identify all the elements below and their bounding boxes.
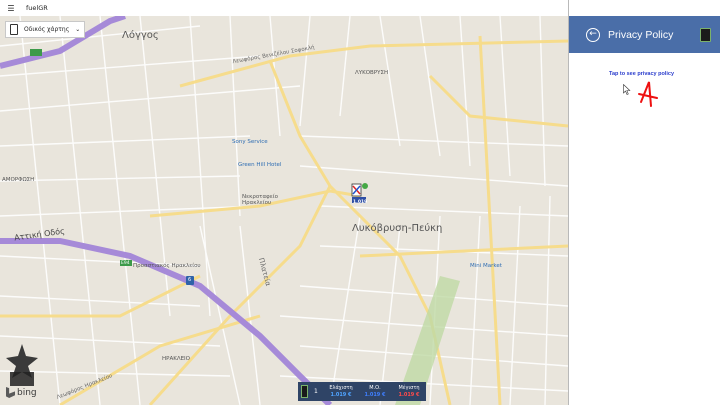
price-columns: Ελάχιστη 1.019 € Μ.Ο. 1.019 € Μέγιστη 1.…	[324, 385, 426, 399]
bing-logo-icon	[6, 387, 15, 398]
phone-icon	[10, 24, 18, 35]
label-lykovrysi-peuki: Λυκόβρυση-Πεύκη	[352, 223, 443, 234]
label-logos: Λόγγος	[122, 30, 159, 41]
fuel-pump-icon	[301, 385, 308, 398]
hamburger-icon[interactable]: ☰	[0, 4, 22, 13]
map-type-selector[interactable]: Οδικός χάρτης ⌄	[5, 21, 86, 38]
price-avg-value: 1.019 €	[364, 391, 386, 398]
label-proastiakos: Προαστιακός Ηρακλείου	[133, 263, 201, 269]
station-count: 1	[314, 388, 318, 395]
price-max-value: 1.019 €	[398, 391, 420, 398]
label-amorfosi: ΑΜΟΡΦΩΣΗ	[2, 177, 35, 183]
bing-attribution: bing	[6, 387, 37, 398]
label-lykovrysi: ΛΥΚΟΒΡΥΣΗ	[355, 70, 389, 76]
fuelgr-corner-logo	[6, 344, 38, 386]
label-irakleio: ΗΡΑΚΛΕΙΟ	[162, 356, 191, 362]
price-max-label: Μέγιστη	[398, 384, 420, 391]
label-mini-market: Mini Market	[470, 263, 502, 269]
panel-title: Privacy Policy	[608, 28, 674, 41]
label-green-hill-hotel: Green Hill Hotel	[238, 162, 282, 168]
chevron-down-icon: ⌄	[75, 26, 81, 33]
price-min: Ελάχιστη 1.019 €	[324, 385, 358, 399]
privacy-policy-link[interactable]: Tap to see privacy policy	[609, 71, 674, 77]
price-avg-label: Μ.Ο.	[369, 384, 381, 391]
fuel-pump-icon	[700, 28, 711, 42]
price-summary-bar[interactable]: 1 Ελάχιστη 1.019 € Μ.Ο. 1.019 € Μέγιστη …	[298, 382, 426, 401]
privacy-panel: ← Privacy Policy Tap to see privacy poli…	[568, 0, 720, 405]
label-nekrotafeio: Νεκροταφείο Ηρακλείου	[242, 194, 278, 206]
price-avg: Μ.Ο. 1.019 €	[358, 385, 392, 399]
price-max: Μέγιστη 1.019 €	[392, 385, 426, 399]
map-roads	[0, 16, 568, 405]
label-sony-service: Sony Service	[232, 139, 268, 145]
panel-header: ← Privacy Policy	[569, 16, 720, 53]
map-view[interactable]: Οδικός χάρτης ⌄ Λόγγος Λυκόβρυση-Πεύκη Λ…	[0, 16, 568, 405]
label-route-6: 6	[188, 277, 192, 283]
price-min-label: Ελάχιστη	[329, 384, 353, 391]
price-min-value: 1.019 €	[330, 391, 352, 398]
app-title: fuelGR	[26, 4, 48, 12]
back-arrow-icon[interactable]: ←	[586, 27, 600, 42]
red-annotation-scribble	[638, 81, 658, 107]
map-type-value: Οδικός χάρτης	[24, 26, 70, 33]
mouse-cursor-icon	[623, 84, 631, 95]
pin-price-label: 1.019	[353, 200, 368, 205]
label-e94: E94	[121, 261, 130, 266]
